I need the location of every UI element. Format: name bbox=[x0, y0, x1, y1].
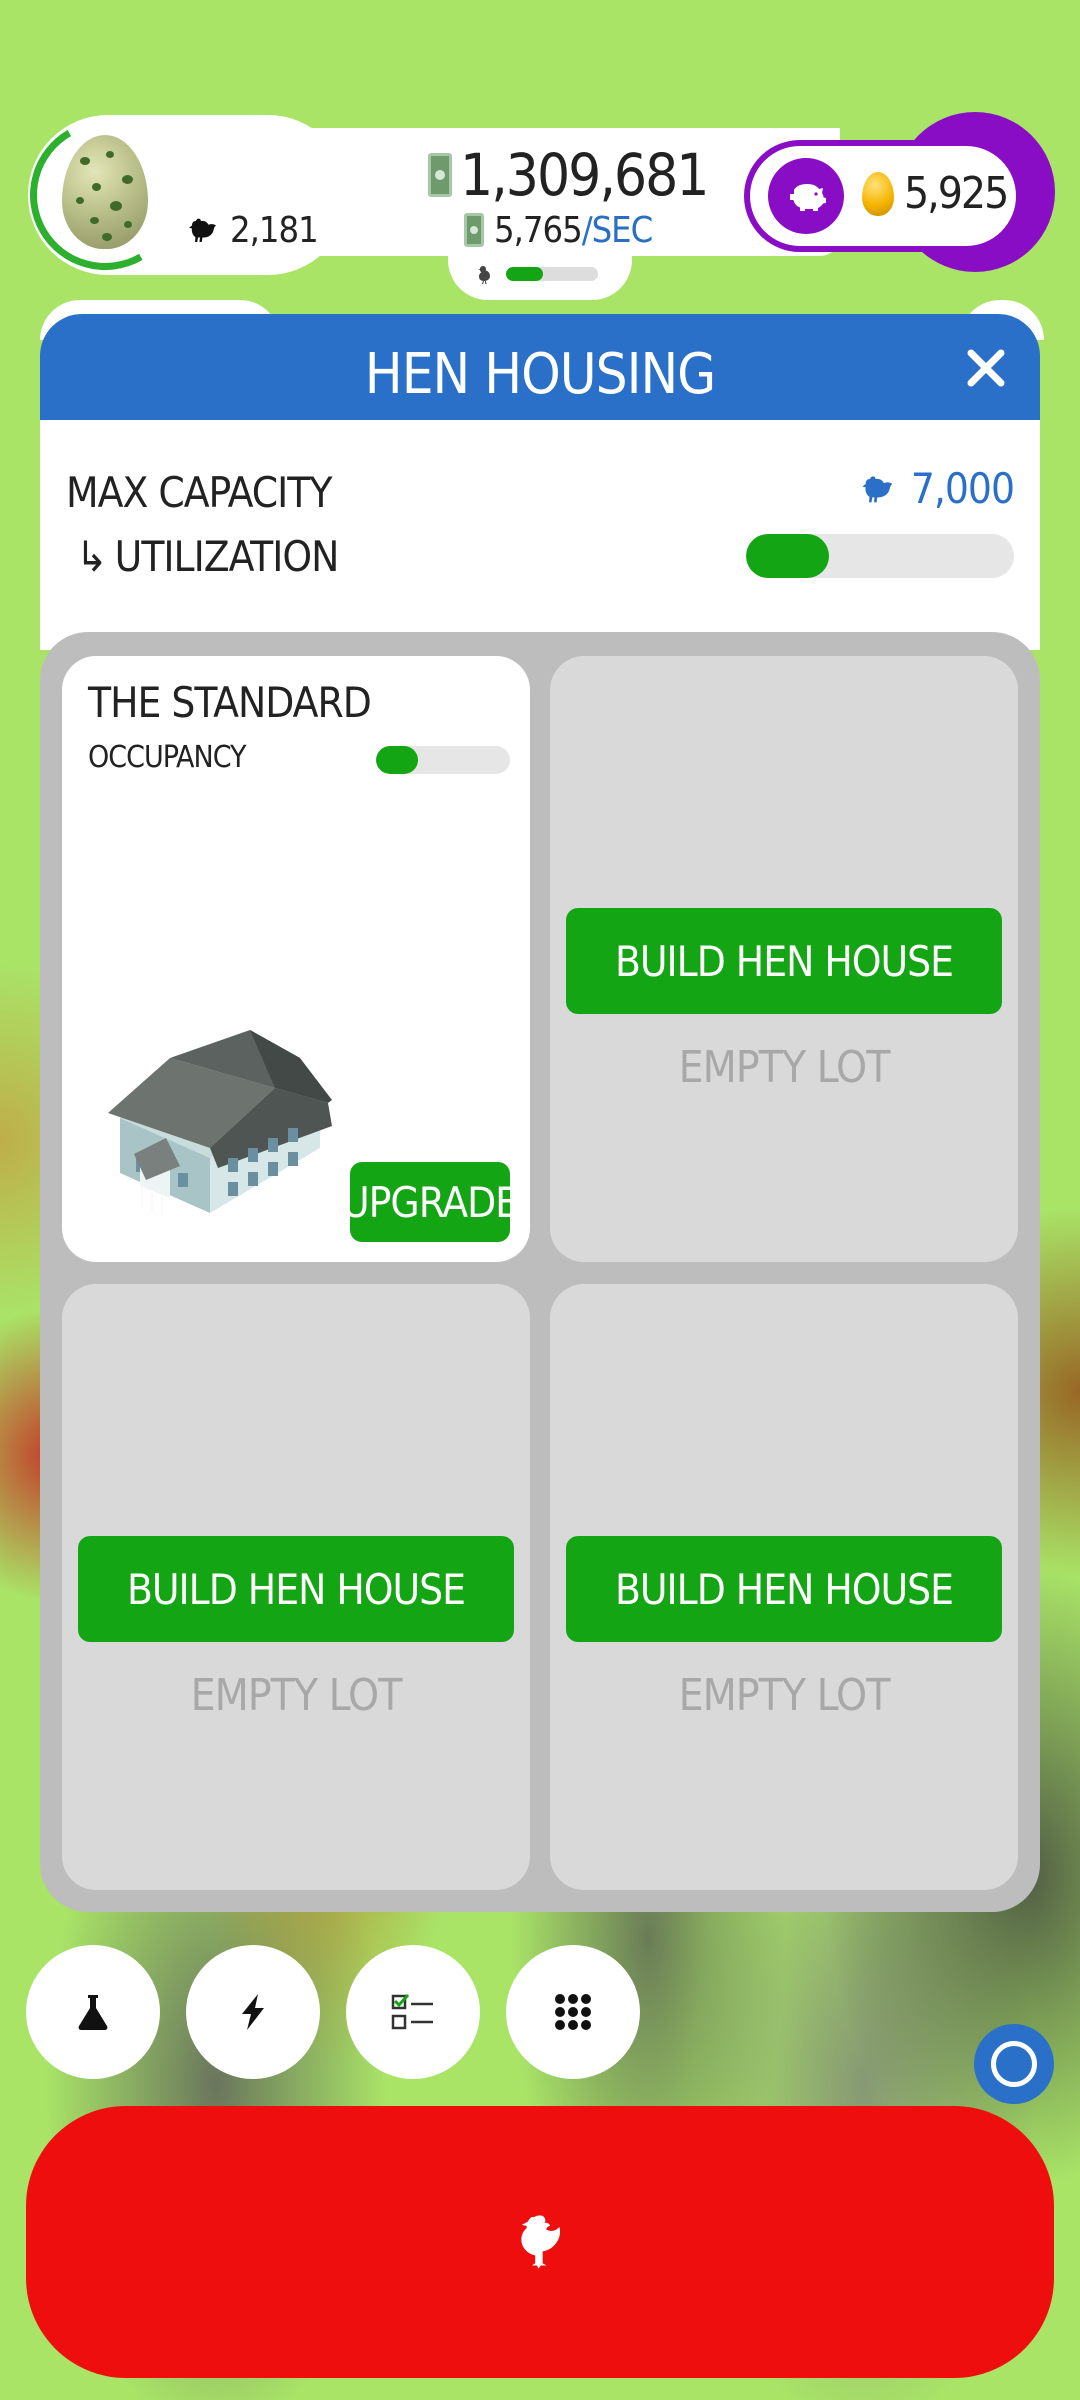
chicken-blue-icon bbox=[862, 475, 893, 502]
earnings-rate-unit: /SEC bbox=[581, 209, 654, 251]
build-hen-house-button[interactable]: BUILD HEN HOUSE bbox=[566, 908, 1002, 1014]
research-icon bbox=[78, 1995, 108, 2030]
utilization-label: ↳ UTILIZATION bbox=[76, 532, 340, 581]
modal-title: HEN HOUSING bbox=[364, 342, 716, 407]
empty-lot-label: EMPTY LOT bbox=[190, 1670, 403, 1721]
research-button[interactable] bbox=[26, 1945, 160, 2079]
build-hen-house-button[interactable]: BUILD HEN HOUSE bbox=[78, 1536, 514, 1642]
missions-icon bbox=[391, 1993, 433, 2030]
chicken-count-value: 2,181 bbox=[230, 209, 319, 251]
hatch-chicken-button[interactable] bbox=[26, 2106, 1054, 2378]
boost-icon bbox=[242, 1994, 264, 2030]
money-display: 1,309,681 bbox=[428, 140, 709, 210]
utilization-text: UTILIZATION bbox=[114, 532, 340, 581]
chicken-count: 2,181 bbox=[186, 208, 319, 252]
occupancy-bar bbox=[376, 746, 510, 774]
menu-grid-icon bbox=[555, 1994, 591, 2030]
close-button[interactable] bbox=[962, 344, 1010, 392]
hen-house-image bbox=[108, 1030, 332, 1216]
max-capacity-number: 7,000 bbox=[910, 464, 1015, 513]
hen-house-lot-3: BUILD HEN HOUSE EMPTY LOT bbox=[62, 1284, 530, 1890]
cash-icon bbox=[428, 153, 452, 197]
boost-button[interactable] bbox=[186, 1945, 320, 2079]
occupancy-label: OCCUPANCY bbox=[88, 740, 247, 775]
money-value: 1,309,681 bbox=[460, 141, 709, 209]
chick-icon bbox=[478, 266, 490, 284]
chicken-white-icon bbox=[521, 2215, 561, 2269]
hen-house-lot-4: BUILD HEN HOUSE EMPTY LOT bbox=[550, 1284, 1018, 1890]
piggy-bank-icon bbox=[790, 184, 826, 211]
earnings-rate-value: 5,765 bbox=[494, 209, 583, 251]
golden-egg-count: 5,925 bbox=[904, 168, 1009, 219]
cash-small-icon bbox=[464, 213, 484, 247]
max-capacity-label: MAX CAPACITY bbox=[66, 468, 332, 517]
hen-house-name: THE STANDARD bbox=[88, 678, 372, 727]
hen-house-grid: THE STANDARD OCCUPANCY UPGRADE BUILD HEN… bbox=[40, 632, 1040, 1912]
upgrade-button[interactable]: UPGRADE bbox=[342, 1162, 519, 1242]
hen-house-lot-2: BUILD HEN HOUSE EMPTY LOT bbox=[550, 656, 1018, 1262]
build-hen-house-button[interactable]: BUILD HEN HOUSE bbox=[566, 1536, 1002, 1642]
capacity-section: MAX CAPACITY 7,000 ↳ UTILIZATION bbox=[40, 420, 1040, 650]
utilization-arrow: ↳ bbox=[76, 532, 108, 581]
habitat-progress[interactable] bbox=[474, 262, 598, 286]
modal-header: HEN HOUSING bbox=[40, 314, 1040, 422]
golden-egg-icon bbox=[862, 172, 894, 216]
close-icon bbox=[967, 349, 1005, 387]
menu-button[interactable] bbox=[506, 1945, 640, 2079]
max-capacity-value: 7,000 bbox=[859, 464, 1015, 513]
habitat-progress-bar bbox=[506, 267, 598, 281]
ring-icon bbox=[991, 2041, 1037, 2087]
empty-lot-label: EMPTY LOT bbox=[678, 1042, 891, 1093]
earnings-rate: 5,765/SEC bbox=[464, 208, 654, 252]
chicken-icon bbox=[189, 218, 216, 242]
drone-target-button[interactable] bbox=[974, 2024, 1054, 2104]
piggy-bank-button[interactable] bbox=[768, 158, 844, 234]
empty-lot-label: EMPTY LOT bbox=[678, 1670, 891, 1721]
missions-button[interactable] bbox=[346, 1945, 480, 2079]
hen-house-lot-1[interactable]: THE STANDARD OCCUPANCY UPGRADE bbox=[62, 656, 530, 1262]
utilization-bar bbox=[746, 534, 1014, 578]
